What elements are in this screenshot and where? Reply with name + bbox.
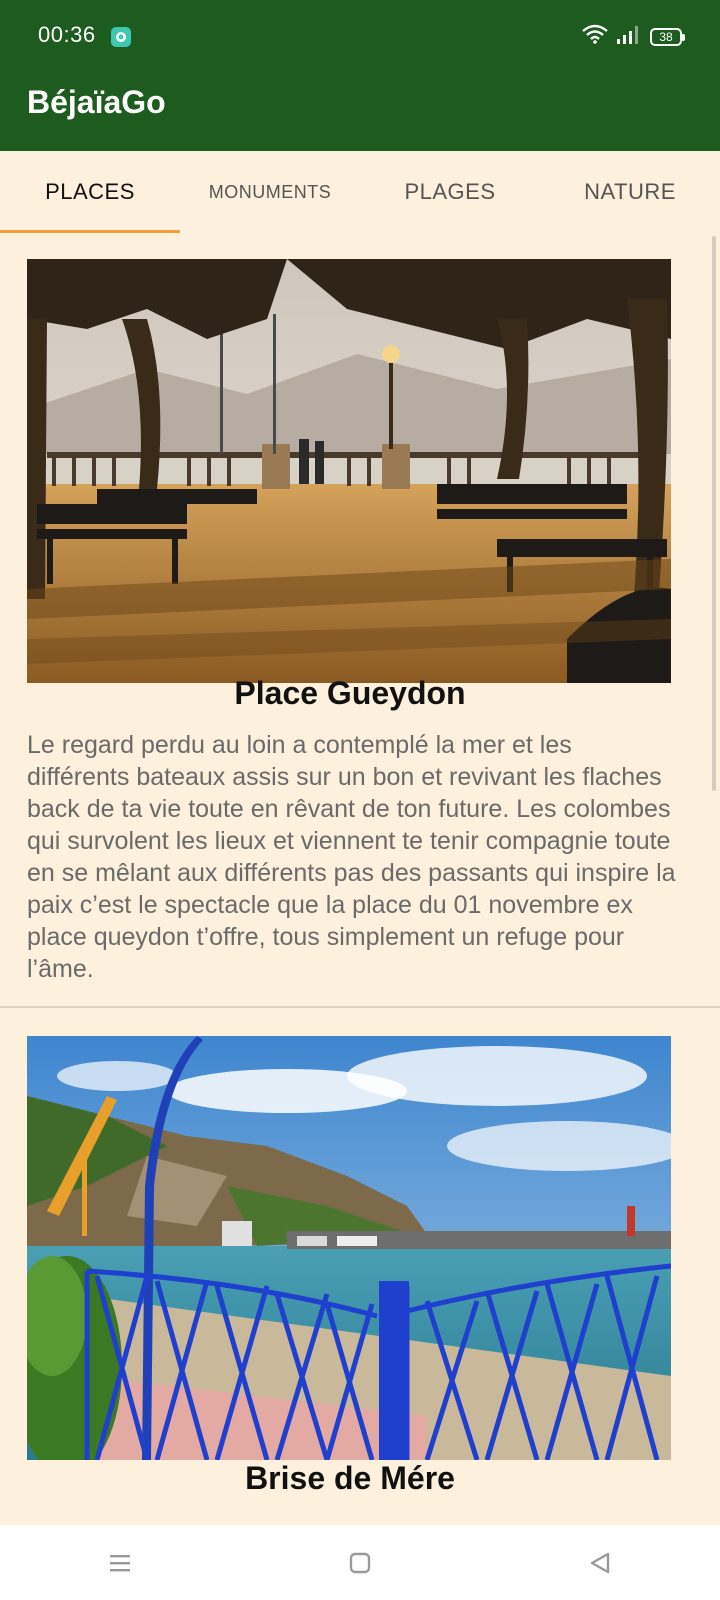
chat-bubble-icon — [110, 26, 132, 48]
status-icons: 38 — [582, 24, 685, 49]
place-title: Place Gueydon — [234, 675, 466, 711]
place-image — [27, 259, 671, 683]
places-list[interactable]: Place Gueydon Le regard perdu au loin a … — [0, 233, 720, 1525]
signal-icon — [616, 24, 642, 49]
scrollbar[interactable] — [712, 236, 716, 791]
tab-nature[interactable]: NATURE — [540, 151, 720, 233]
app-title: BéjaïaGo — [27, 84, 166, 120]
status-time: 00:36 — [38, 22, 96, 47]
home-square-icon[interactable] — [330, 1543, 390, 1583]
tab-plages[interactable]: PLAGES — [360, 151, 540, 233]
back-triangle-icon[interactable] — [570, 1543, 630, 1583]
place-description: Le regard perdu au loin a contemplé la m… — [27, 731, 676, 983]
system-nav-bar — [0, 1525, 720, 1600]
tab-monuments[interactable]: MONUMENTS — [180, 151, 360, 233]
category-tabs: PLACES MONUMENTS PLAGES NATURE — [0, 151, 720, 233]
menu-icon[interactable] — [90, 1543, 150, 1583]
list-item[interactable]: Place Gueydon Le regard perdu au loin a … — [0, 233, 720, 1008]
place-image — [27, 1036, 671, 1460]
battery-icon: 38 — [650, 27, 685, 46]
place-title: Brise de Mére — [245, 1460, 455, 1496]
app-bar: 00:36 38 BéjaïaGo — [0, 0, 720, 151]
tab-places[interactable]: PLACES — [0, 151, 180, 233]
status-bar: 00:36 38 — [0, 0, 720, 72]
wifi-icon — [582, 24, 608, 49]
list-item[interactable]: Brise de Mére — [0, 1008, 720, 1525]
